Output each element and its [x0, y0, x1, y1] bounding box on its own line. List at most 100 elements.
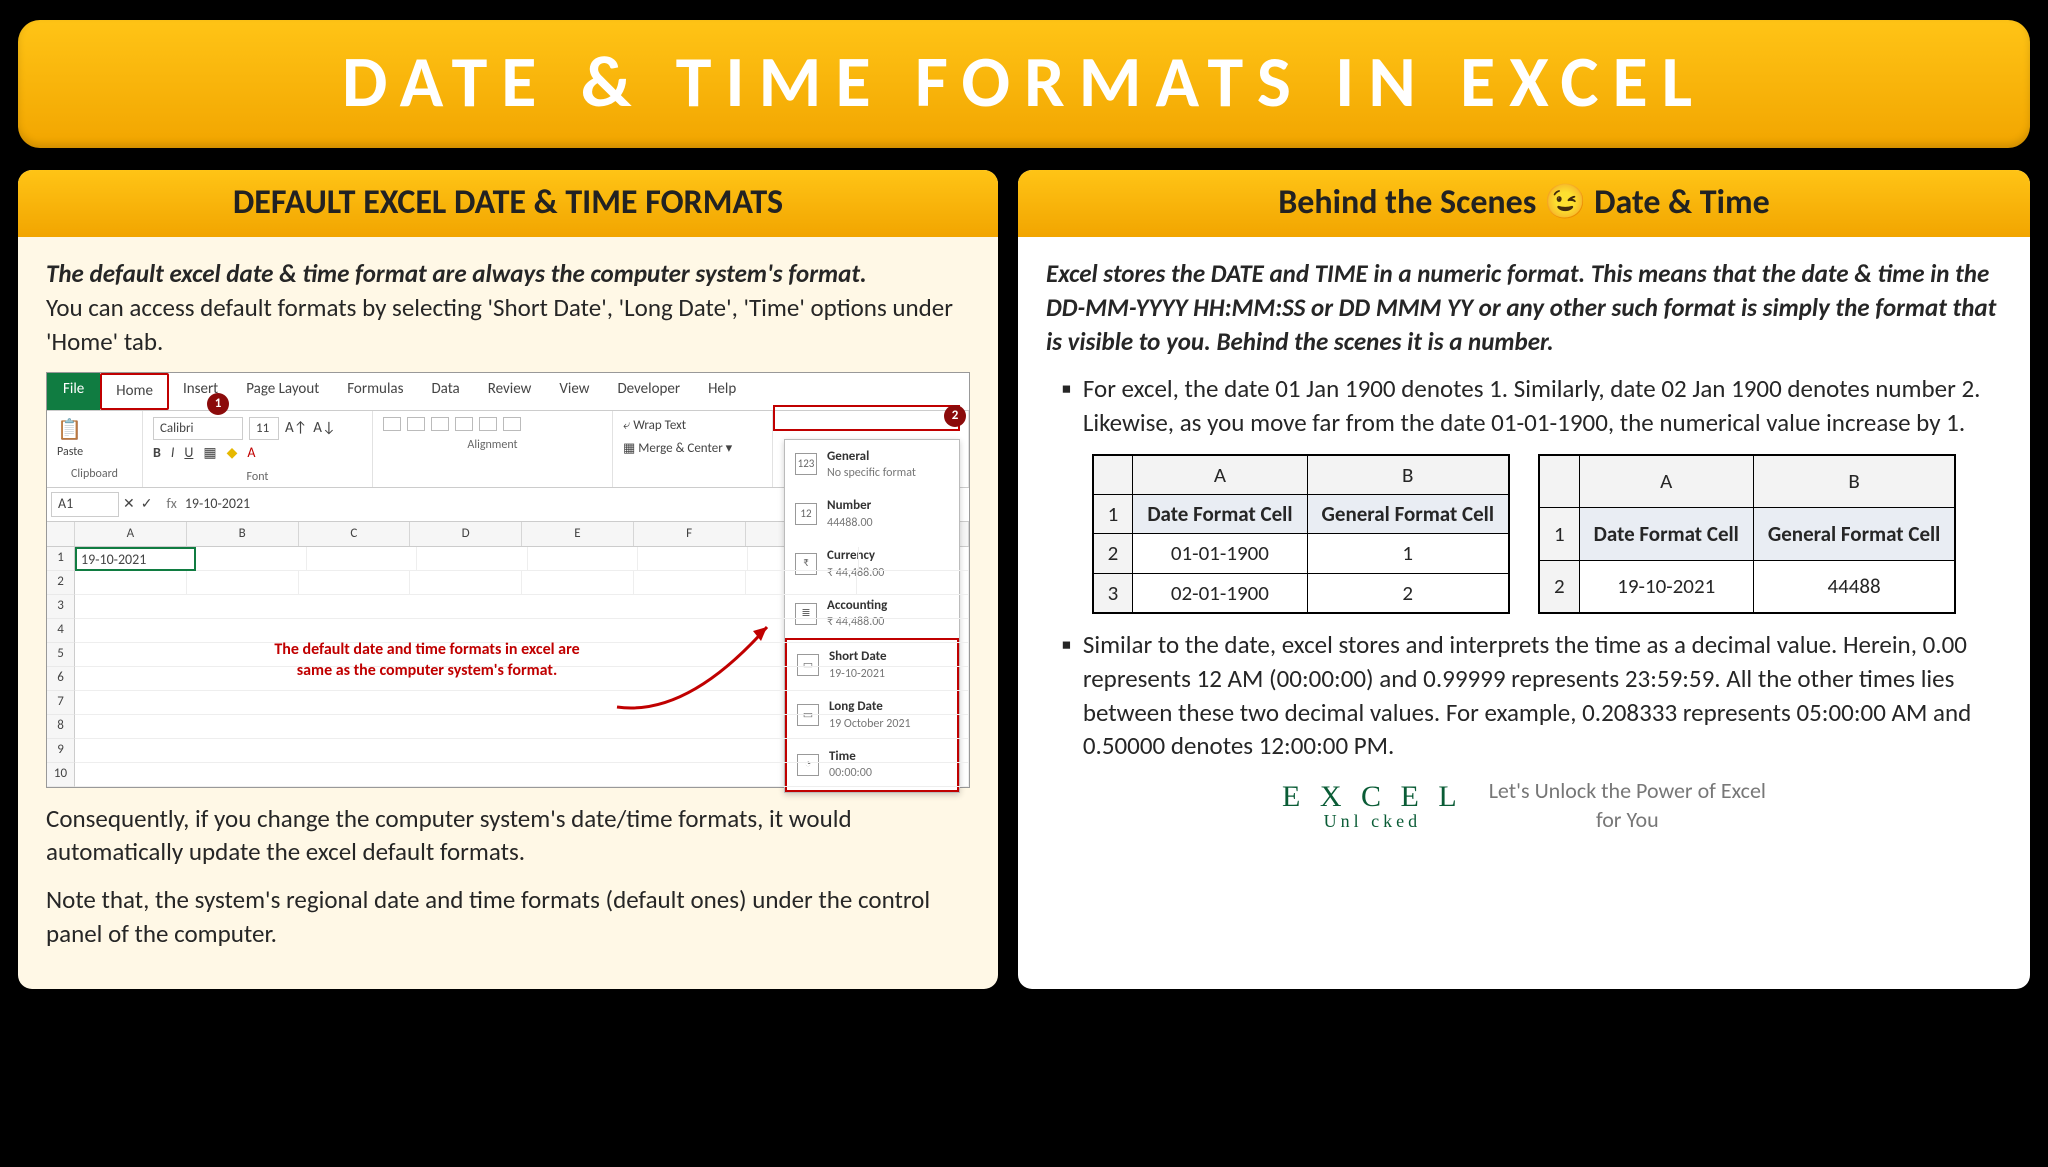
align-icon[interactable]: [431, 417, 449, 431]
cell[interactable]: [410, 571, 522, 595]
cell[interactable]: [307, 547, 417, 571]
align-icon[interactable]: [407, 417, 425, 431]
align-icon[interactable]: [383, 417, 401, 431]
tab-page-layout[interactable]: Page Layout: [232, 373, 333, 409]
tab-review[interactable]: Review: [474, 373, 546, 409]
annotation-line1: The default date and time formats in exc…: [274, 640, 579, 659]
col-C[interactable]: C: [299, 522, 411, 546]
cell[interactable]: [417, 547, 527, 571]
bullet-marker-icon: ▪: [1062, 372, 1071, 440]
tagline-2: for You: [1596, 806, 1659, 833]
align-icon[interactable]: [503, 417, 521, 431]
logo-sub-text: Unl cked: [1324, 811, 1421, 831]
fmt-sub: No specific format: [827, 465, 916, 481]
group-number: 2 123GeneralNo specific format 12Number4…: [773, 411, 969, 488]
paste-icon[interactable]: 📋: [57, 417, 132, 444]
wrap-text-button[interactable]: ⤶ Wrap Text: [623, 417, 762, 435]
cell: 02-01-1900: [1133, 573, 1307, 613]
tab-developer[interactable]: Developer: [603, 373, 694, 409]
row-2[interactable]: 2: [47, 571, 75, 595]
font-size-combo[interactable]: 11: [249, 417, 279, 441]
panel-right-header: Behind the Scenes 😉 Date & Time: [1018, 170, 2030, 237]
cell[interactable]: [196, 547, 306, 571]
tab-formulas[interactable]: Formulas: [333, 373, 417, 409]
enter-icon[interactable]: ✓: [141, 495, 153, 514]
col-A[interactable]: A: [75, 522, 187, 546]
cell[interactable]: [75, 595, 969, 619]
row-5[interactable]: 5: [47, 643, 75, 667]
col-B: B: [1307, 455, 1509, 495]
cell[interactable]: [75, 739, 969, 763]
border-icon[interactable]: ▦: [203, 444, 216, 463]
cell[interactable]: [299, 571, 411, 595]
excel-screenshot: File Home Insert Page Layout Formulas Da…: [46, 372, 970, 787]
fmt-sub: 44488.00: [827, 515, 873, 531]
cell[interactable]: [857, 571, 969, 595]
cell-A1[interactable]: 19-10-2021: [75, 547, 196, 571]
select-all-corner[interactable]: [47, 522, 75, 546]
number-format-combo-highlight: 2: [773, 405, 960, 431]
cell[interactable]: [859, 547, 969, 571]
cell: 2: [1307, 573, 1509, 613]
row-1[interactable]: 1: [47, 547, 75, 571]
brand-tagline: Let's Unlock the Power of Excel for You: [1489, 777, 1766, 834]
fmt-label: Number: [827, 497, 873, 515]
formula-value[interactable]: 19-10-2021: [185, 495, 250, 514]
cell[interactable]: [75, 763, 969, 787]
fmt-general[interactable]: 123GeneralNo specific format: [785, 440, 959, 490]
cell[interactable]: [528, 547, 638, 571]
tab-view[interactable]: View: [545, 373, 603, 409]
bold-button[interactable]: B: [153, 444, 161, 463]
align-icon[interactable]: [479, 417, 497, 431]
col-E[interactable]: E: [522, 522, 634, 546]
fx-icon[interactable]: fx: [166, 495, 176, 514]
wrap-text-label: Wrap Text: [633, 418, 686, 433]
row-3[interactable]: 3: [47, 595, 75, 619]
font-name-combo[interactable]: Calibri: [153, 417, 243, 441]
cell[interactable]: [522, 571, 634, 595]
col-D[interactable]: D: [410, 522, 522, 546]
row-8[interactable]: 8: [47, 715, 75, 739]
increase-font-icon[interactable]: A↑: [285, 418, 307, 438]
cell[interactable]: [75, 715, 969, 739]
tab-data[interactable]: Data: [417, 373, 473, 409]
tab-help[interactable]: Help: [694, 373, 750, 409]
align-icon[interactable]: [455, 417, 473, 431]
cell[interactable]: [634, 571, 746, 595]
row-6[interactable]: 6: [47, 667, 75, 691]
row-10[interactable]: 10: [47, 763, 75, 787]
row-9[interactable]: 9: [47, 739, 75, 763]
row-2: 2: [1539, 560, 1579, 613]
italic-button[interactable]: I: [171, 444, 175, 463]
cell[interactable]: [748, 547, 858, 571]
merge-center-button[interactable]: ▦ Merge & Center ▾: [623, 440, 762, 458]
row-2: 2: [1093, 534, 1133, 573]
font-color-icon[interactable]: A: [247, 444, 255, 463]
wink-emoji-icon: 😉: [1544, 182, 1586, 223]
logo-sub: Unl cked: [1282, 812, 1463, 830]
row-4[interactable]: 4: [47, 619, 75, 643]
hdr-B: General Format Cell: [1753, 508, 1955, 560]
cell[interactable]: [75, 571, 187, 595]
fmt-number[interactable]: 12Number44488.00: [785, 489, 959, 539]
cell[interactable]: [187, 571, 299, 595]
page-title: DATE & TIME FORMATS IN EXCEL: [18, 20, 2030, 148]
cell[interactable]: [638, 547, 748, 571]
decrease-font-icon[interactable]: A↓: [313, 418, 335, 438]
cell[interactable]: [75, 691, 969, 715]
cell[interactable]: [746, 571, 858, 595]
tab-file[interactable]: File: [47, 373, 100, 409]
cancel-icon[interactable]: ✕: [123, 495, 135, 514]
name-box[interactable]: A1: [51, 492, 119, 517]
col-B[interactable]: B: [187, 522, 299, 546]
merge-center-label: Merge & Center: [638, 441, 723, 456]
row-7[interactable]: 7: [47, 691, 75, 715]
underline-button[interactable]: U: [184, 444, 193, 463]
fill-color-icon[interactable]: ◆: [227, 444, 238, 463]
row-3: 3: [1093, 573, 1133, 613]
panel-default-formats: DEFAULT EXCEL DATE & TIME FORMATS The de…: [18, 170, 998, 989]
cell: 19-10-2021: [1579, 560, 1753, 613]
table-today-example: AB 1Date Format CellGeneral Format Cell …: [1538, 454, 1956, 614]
tab-home[interactable]: Home: [100, 373, 169, 409]
col-F[interactable]: F: [634, 522, 746, 546]
